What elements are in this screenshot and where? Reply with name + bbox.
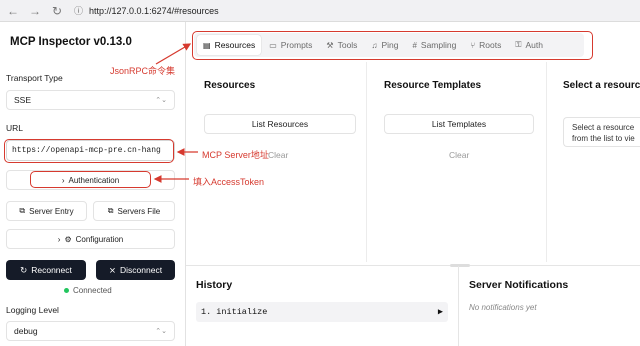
disconnect-label: Disconnect bbox=[120, 265, 163, 275]
transport-type-value: SSE bbox=[14, 95, 32, 105]
forward-icon[interactable]: → bbox=[26, 2, 44, 20]
resource-templates-title: Resource Templates bbox=[384, 80, 482, 91]
servers-file-button[interactable]: ⧉ Servers File bbox=[93, 201, 175, 221]
hint-line: from the list to vie bbox=[572, 134, 635, 143]
configuration-label: Configuration bbox=[75, 234, 124, 244]
clear-resources-button[interactable]: Clear bbox=[268, 150, 288, 160]
server-notifications-title: Server Notifications bbox=[469, 279, 569, 291]
unplug-icon: ⨯ bbox=[108, 264, 117, 275]
annotation-url-box bbox=[4, 139, 174, 163]
reconnect-button[interactable]: ↻ Reconnect bbox=[6, 260, 86, 280]
logging-level-value: debug bbox=[14, 326, 38, 336]
annotation-auth-box bbox=[30, 171, 151, 188]
copy-icon: ⧉ bbox=[107, 206, 114, 215]
disconnect-button[interactable]: ⨯ Disconnect bbox=[96, 260, 175, 280]
status-text: Connected bbox=[73, 286, 112, 295]
panel-divider bbox=[186, 265, 640, 266]
gear-icon: ⚙ bbox=[64, 234, 72, 244]
browser-toolbar: ← → ↻ ⓘ http://127.0.0.1:6274/#resources bbox=[0, 0, 640, 22]
expand-icon[interactable]: ▶ bbox=[438, 307, 443, 317]
app-title: MCP Inspector v0.13.0 bbox=[10, 36, 132, 48]
rotate-icon: ↻ bbox=[20, 264, 28, 275]
resize-handle[interactable] bbox=[450, 264, 470, 267]
server-entry-button[interactable]: ⧉ Server Entry bbox=[6, 201, 87, 221]
select-resource-hint: Select a resource from the list to vie bbox=[563, 117, 640, 147]
configuration-button[interactable]: › ⚙ Configuration bbox=[6, 229, 175, 249]
url-label: URL bbox=[6, 123, 24, 133]
column-divider bbox=[366, 62, 367, 262]
logging-level-label: Logging Level bbox=[6, 305, 59, 315]
back-icon[interactable]: ← bbox=[4, 2, 22, 20]
annotation-auth-note: 填入AccessToken bbox=[193, 177, 265, 187]
chevron-right-icon: › bbox=[57, 234, 61, 244]
transport-type-select[interactable]: SSE ⌃⌄ bbox=[6, 90, 175, 110]
chevron-updown-icon: ⌃⌄ bbox=[155, 97, 167, 104]
chevron-updown-icon: ⌃⌄ bbox=[155, 328, 167, 335]
annotation-tabs-box bbox=[192, 31, 593, 60]
resources-title: Resources bbox=[204, 80, 256, 91]
history-entry-text: 1. initialize bbox=[201, 307, 268, 317]
history-entry[interactable]: 1. initialize ▶ bbox=[196, 302, 448, 322]
annotation-url-note: MCP Server地址 bbox=[202, 150, 269, 160]
reload-icon[interactable]: ↻ bbox=[48, 2, 66, 20]
logging-level-select[interactable]: debug ⌃⌄ bbox=[6, 321, 175, 341]
server-entry-label: Server Entry bbox=[29, 206, 74, 216]
servers-file-label: Servers File bbox=[117, 206, 161, 216]
history-title: History bbox=[196, 279, 233, 291]
select-resource-title: Select a resource bbox=[563, 80, 640, 91]
copy-icon: ⧉ bbox=[19, 206, 26, 215]
annotation-tabs-note: JsonRPC命令集 bbox=[110, 66, 176, 76]
list-templates-button[interactable]: List Templates bbox=[384, 114, 534, 134]
connection-status: Connected bbox=[64, 286, 112, 295]
transport-type-label: Transport Type bbox=[6, 73, 63, 83]
address-bar[interactable]: ⓘ http://127.0.0.1:6274/#resources bbox=[74, 4, 219, 17]
address-bar-url[interactable]: http://127.0.0.1:6274/#resources bbox=[89, 6, 219, 16]
reconnect-label: Reconnect bbox=[31, 265, 72, 275]
status-dot-icon bbox=[64, 288, 69, 293]
hint-line: Select a resource bbox=[572, 123, 635, 132]
column-divider bbox=[546, 62, 547, 262]
list-resources-button[interactable]: List Resources bbox=[204, 114, 356, 134]
panel-divider bbox=[458, 266, 459, 346]
notifications-empty-text: No notifications yet bbox=[469, 303, 537, 312]
clear-templates-button[interactable]: Clear bbox=[449, 150, 469, 160]
site-info-icon[interactable]: ⓘ bbox=[74, 4, 83, 17]
